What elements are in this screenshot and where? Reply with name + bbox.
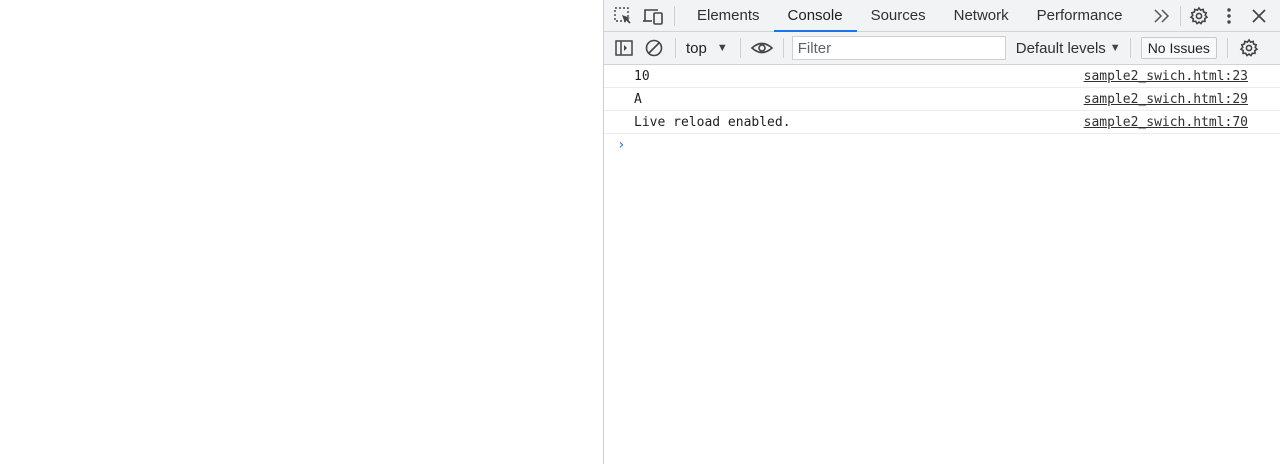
log-levels-dropdown[interactable]: Default levels ▼ — [1016, 36, 1121, 60]
divider — [739, 38, 741, 58]
vertical-dots-icon[interactable] — [1214, 1, 1244, 31]
devtools-panel: Elements Console Sources Network Perform… — [603, 0, 1280, 464]
more-tabs-icon[interactable] — [1147, 1, 1177, 31]
divider — [674, 5, 675, 26]
console-message: Live reload enabled. sample2_swich.html:… — [604, 111, 1280, 134]
console-messages: 10 sample2_swich.html:23 A sample2_swich… — [604, 65, 1280, 158]
sidebar-toggle-icon[interactable] — [609, 33, 639, 63]
clear-console-icon[interactable] — [639, 33, 669, 63]
console-prompt[interactable]: › — [604, 134, 1280, 158]
context-selector-label: top — [686, 39, 707, 57]
divider — [1180, 5, 1181, 26]
console-message-text: A — [634, 92, 642, 107]
source-link[interactable]: sample2_swich.html:23 — [1084, 69, 1248, 84]
prompt-chevron-icon: › — [617, 137, 626, 153]
live-expression-eye-icon[interactable] — [747, 33, 777, 63]
tab-bar-right-tools — [1147, 0, 1274, 31]
dropdown-caret-icon: ▼ — [716, 42, 728, 54]
console-message: 10 sample2_swich.html:23 — [604, 65, 1280, 88]
tab-sources[interactable]: Sources — [857, 0, 940, 31]
gear-icon[interactable] — [1184, 1, 1214, 31]
tab-performance[interactable]: Performance — [1023, 0, 1137, 31]
device-toolbar-icon[interactable] — [638, 1, 668, 31]
divider — [675, 38, 676, 58]
tab-elements[interactable]: Elements — [683, 0, 774, 31]
console-toolbar: top ▼ Default levels ▼ No Issues — [604, 32, 1280, 65]
divider — [782, 38, 784, 58]
divider — [1226, 38, 1228, 58]
close-icon[interactable] — [1244, 1, 1274, 31]
issues-button[interactable]: No Issues — [1140, 37, 1217, 59]
tab-network[interactable]: Network — [940, 0, 1023, 31]
source-link[interactable]: sample2_swich.html:70 — [1084, 115, 1248, 130]
console-message-text: Live reload enabled. — [634, 115, 791, 130]
context-selector[interactable]: top ▼ — [682, 36, 734, 60]
console-message-text: 10 — [634, 69, 650, 84]
console-settings-gear-icon[interactable] — [1234, 33, 1264, 63]
source-link[interactable]: sample2_swich.html:29 — [1084, 92, 1248, 107]
inspect-element-icon[interactable] — [608, 1, 638, 31]
log-levels-label: Default levels — [1015, 39, 1106, 57]
divider — [1129, 38, 1131, 58]
console-message: A sample2_swich.html:29 — [604, 88, 1280, 111]
devtools-tab-bar: Elements Console Sources Network Perform… — [604, 0, 1280, 32]
inspected-page-area — [0, 0, 603, 464]
dropdown-caret-icon: ▼ — [1109, 42, 1121, 54]
tab-console[interactable]: Console — [773, 0, 857, 32]
filter-input[interactable] — [791, 36, 1006, 60]
